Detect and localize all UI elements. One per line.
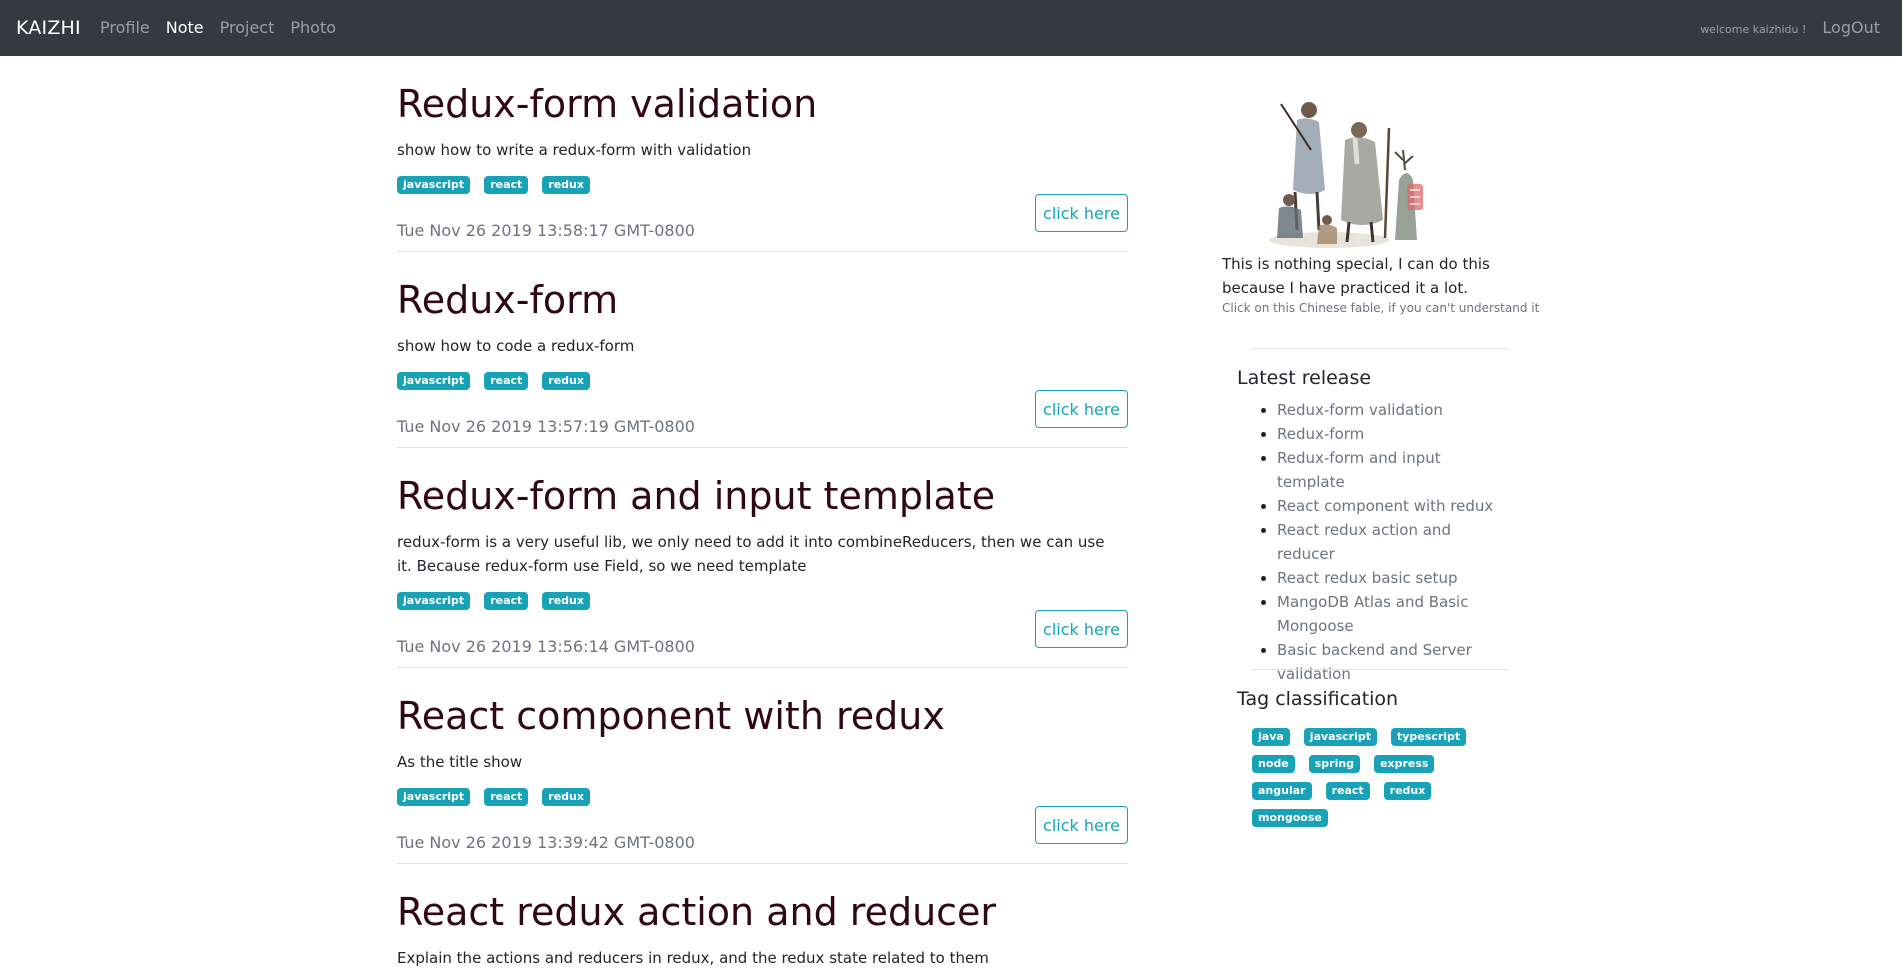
latest-release-item[interactable]: Redux-form — [1277, 422, 1507, 446]
tag-badge[interactable]: redux — [542, 176, 590, 194]
click-here-button[interactable]: click here — [1035, 194, 1128, 232]
latest-release-title: Latest release — [1237, 367, 1372, 389]
post-date: Tue Nov 26 2019 13:39:42 GMT-0800 — [397, 833, 695, 852]
post-tags: javascript react redux — [397, 788, 604, 806]
logout-link[interactable]: LogOut — [1822, 18, 1880, 37]
nav-link-note[interactable]: Note — [166, 18, 204, 37]
tag-badge[interactable]: angular — [1252, 782, 1312, 800]
click-here-button[interactable]: click here — [1035, 806, 1128, 844]
nav-link-profile[interactable]: Profile — [100, 18, 150, 37]
post-description: As the title show — [397, 753, 523, 771]
nav-link-project[interactable]: Project — [220, 18, 275, 37]
tag-badge[interactable]: javascript — [397, 592, 471, 610]
latest-release-item[interactable]: React component with redux — [1277, 494, 1507, 518]
click-here-button[interactable]: click here — [1035, 390, 1128, 428]
post-date: Tue Nov 26 2019 13:57:19 GMT-0800 — [397, 417, 695, 436]
tag-badge[interactable]: java — [1252, 728, 1290, 746]
post-tags: javascript react redux — [397, 176, 604, 194]
latest-release-item[interactable]: Redux-form and input template — [1277, 446, 1507, 494]
tag-classification-title: Tag classification — [1237, 688, 1399, 710]
post-tags: javascript react redux — [397, 592, 604, 610]
tag-badge[interactable]: mongoose — [1252, 809, 1328, 827]
welcome-text: welcome kaizhidu ! — [1700, 22, 1807, 36]
fable-hint: Click on this Chinese fable, if you can'… — [1222, 301, 1540, 315]
tag-badge[interactable]: redux — [542, 372, 590, 390]
post-description: show how to code a redux-form — [397, 337, 635, 355]
post-date: Tue Nov 26 2019 13:58:17 GMT-0800 — [397, 221, 695, 240]
post-card: Redux-form and input template redux-form… — [397, 448, 1128, 668]
post-list: Redux-form validation show how to write … — [397, 56, 1128, 969]
fable-text: This is nothing special, I can do this b… — [1222, 255, 1490, 297]
tag-badge[interactable]: redux — [1383, 782, 1432, 800]
tag-badge[interactable]: redux — [542, 788, 590, 806]
tag-badge[interactable]: react — [484, 788, 529, 806]
tag-badge[interactable]: react — [484, 176, 529, 194]
tag-badge[interactable]: react — [484, 592, 529, 610]
tag-badge[interactable]: typescript — [1390, 728, 1467, 746]
latest-release-item[interactable]: Basic backend and Server validation — [1277, 638, 1507, 686]
post-title: Redux-form and input template — [397, 474, 996, 518]
tag-badge[interactable]: react — [484, 372, 529, 390]
tag-badge[interactable]: javascript — [1303, 728, 1377, 746]
divider — [1252, 669, 1508, 670]
post-card: React component with redux As the title … — [397, 668, 1128, 864]
post-date: Tue Nov 26 2019 13:56:14 GMT-0800 — [397, 637, 695, 656]
divider — [1252, 348, 1508, 349]
post-description: show how to write a redux-form with vali… — [397, 141, 752, 159]
post-title: React component with redux — [397, 694, 945, 738]
navbar: KAIZHI Profile Note Project Photo welcom… — [0, 0, 1902, 56]
post-description: Explain the actions and reducers in redu… — [397, 949, 989, 967]
tag-badge[interactable]: react — [1325, 782, 1370, 800]
tag-badge[interactable]: express — [1374, 755, 1435, 773]
tag-cloud: java javascript typescript node spring e… — [1252, 728, 1482, 836]
tag-badge[interactable]: javascript — [397, 176, 471, 194]
post-title: Redux-form validation — [397, 82, 818, 126]
latest-release-item[interactable]: Redux-form validation — [1277, 398, 1507, 422]
latest-release-item[interactable]: MangoDB Atlas and Basic Mongoose — [1277, 590, 1507, 638]
post-card: Redux-form validation show how to write … — [397, 56, 1128, 252]
latest-release-item[interactable]: React redux action and reducer — [1277, 518, 1507, 566]
post-title: React redux action and reducer — [397, 890, 997, 934]
nav-user-area: welcome kaizhidu ! LogOut — [1700, 18, 1880, 37]
post-tags: javascript react redux — [397, 372, 604, 390]
nav-link-photo[interactable]: Photo — [290, 18, 336, 37]
nav-links: Profile Note Project Photo — [100, 18, 352, 37]
latest-release-item[interactable]: React redux basic setup — [1277, 566, 1507, 590]
post-description: redux-form is a very useful lib, we only… — [397, 533, 1105, 575]
post-card: React redux action and reducer Explain t… — [397, 864, 1128, 969]
click-here-button[interactable]: click here — [1035, 610, 1128, 648]
brand-logo[interactable]: KAIZHI — [16, 17, 81, 39]
latest-release-list: Redux-form validation Redux-form Redux-f… — [1277, 398, 1507, 686]
tag-badge[interactable]: node — [1252, 755, 1295, 773]
chinese-fable-image[interactable] — [1267, 80, 1427, 252]
tag-badge[interactable]: javascript — [397, 372, 471, 390]
tag-badge[interactable]: spring — [1308, 755, 1361, 773]
tag-badge[interactable]: javascript — [397, 788, 471, 806]
post-card: Redux-form show how to code a redux-form… — [397, 252, 1128, 448]
post-title: Redux-form — [397, 278, 619, 322]
tag-badge[interactable]: redux — [542, 592, 590, 610]
